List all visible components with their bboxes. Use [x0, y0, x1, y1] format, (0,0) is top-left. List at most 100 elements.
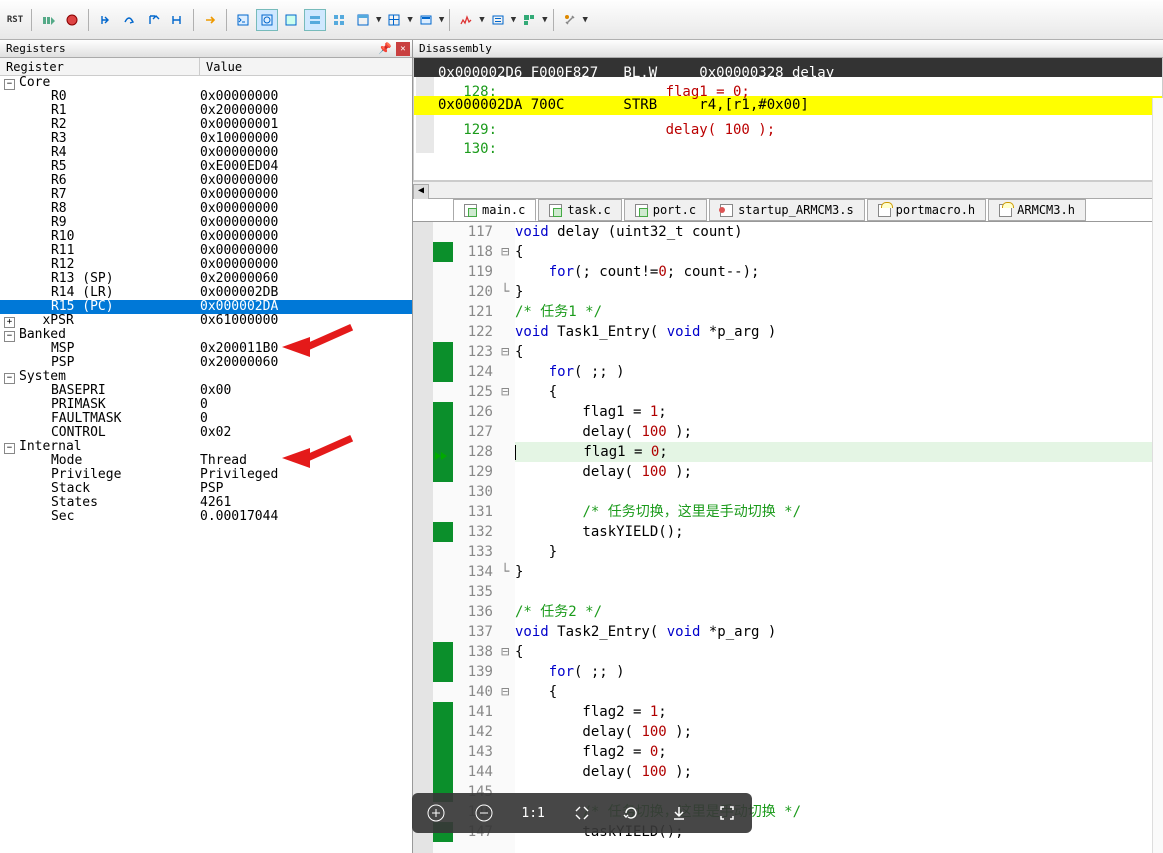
disassembly-window-button[interactable] — [256, 9, 278, 31]
command-window-button[interactable] — [232, 9, 254, 31]
vertical-scrollbar[interactable] — [1152, 98, 1163, 853]
code-line[interactable]: delay( 100 ); — [515, 422, 1163, 442]
fold-marker[interactable] — [501, 442, 515, 462]
fold-marker[interactable] — [501, 482, 515, 502]
fold-marker[interactable] — [501, 402, 515, 422]
registers-window-button[interactable] — [304, 9, 326, 31]
memory-window-button[interactable] — [383, 9, 405, 31]
fold-marker[interactable] — [501, 742, 515, 762]
register-row[interactable]: −Core — [0, 76, 412, 90]
watch-window-button[interactable] — [352, 9, 374, 31]
fold-marker[interactable] — [501, 522, 515, 542]
code-line[interactable]: for(; count!=0; count--); — [515, 262, 1163, 282]
code-line[interactable]: void Task2_Entry( void *p_arg ) — [515, 622, 1163, 642]
code-line[interactable] — [515, 582, 1163, 602]
trace-window-button[interactable] — [487, 9, 509, 31]
pin-icon[interactable]: 📌 — [378, 42, 392, 55]
code-line[interactable]: flag2 = 1; — [515, 702, 1163, 722]
horizontal-scrollbar[interactable]: ◀ — [413, 181, 1163, 198]
code-line[interactable]: delay( 100 ); — [515, 722, 1163, 742]
call-stack-window-button[interactable] — [328, 9, 350, 31]
step-out-button[interactable] — [142, 9, 164, 31]
fold-marker[interactable] — [501, 542, 515, 562]
fold-marker[interactable] — [501, 302, 515, 322]
fold-marker[interactable] — [501, 662, 515, 682]
register-row[interactable]: PrivilegePrivileged — [0, 468, 412, 482]
fold-marker[interactable] — [501, 262, 515, 282]
register-row[interactable]: R10x20000000 — [0, 104, 412, 118]
fold-marker[interactable] — [501, 702, 515, 722]
zoom-in-icon[interactable] — [425, 802, 447, 824]
fold-marker[interactable]: ⊟ — [501, 682, 515, 702]
run-to-line-button[interactable] — [166, 9, 188, 31]
file-tab[interactable]: ARMCM3.h — [988, 199, 1086, 221]
reset-button[interactable]: RST — [4, 9, 26, 31]
register-row[interactable]: R120x00000000 — [0, 258, 412, 272]
code-line[interactable]: /* 任务切换，这里是手动切换 */ — [515, 502, 1163, 522]
code-line[interactable]: void Task1_Entry( void *p_arg ) — [515, 322, 1163, 342]
fold-marker[interactable] — [501, 502, 515, 522]
fold-marker[interactable] — [501, 602, 515, 622]
dropdown-arrow-icon[interactable]: ▼ — [511, 15, 516, 25]
disasm-line[interactable]: 0x000002D6 F000F827 BL.W 0x00000328 dela… — [414, 58, 1162, 77]
code-line[interactable]: } — [515, 282, 1163, 302]
register-row[interactable]: R40x00000000 — [0, 146, 412, 160]
disasm-line-current[interactable]: 0x000002DA 700C STRB r4,[r1,#0x00] — [414, 96, 1162, 115]
fold-marker[interactable] — [501, 462, 515, 482]
stop-button[interactable] — [61, 9, 83, 31]
file-tab[interactable]: port.c — [624, 199, 707, 221]
zoom-out-icon[interactable] — [473, 802, 495, 824]
register-row[interactable]: R90x00000000 — [0, 216, 412, 230]
code-line[interactable]: } — [515, 542, 1163, 562]
register-row[interactable]: R60x00000000 — [0, 174, 412, 188]
register-row[interactable]: −System — [0, 370, 412, 384]
column-register[interactable]: Register — [0, 58, 200, 75]
code-line[interactable]: taskYIELD(); — [515, 522, 1163, 542]
register-row[interactable]: FAULTMASK0 — [0, 412, 412, 426]
register-row[interactable]: ModeThread — [0, 454, 412, 468]
code-line[interactable]: { — [515, 642, 1163, 662]
register-row[interactable]: R50xE000ED04 — [0, 160, 412, 174]
fold-marker[interactable]: ⊟ — [501, 642, 515, 662]
dropdown-arrow-icon[interactable]: ▼ — [583, 15, 588, 25]
editor-code-area[interactable]: void delay (uint32_t count){ for(; count… — [515, 222, 1163, 853]
file-tab[interactable]: main.c — [453, 199, 536, 221]
register-row[interactable]: R110x00000000 — [0, 244, 412, 258]
register-row[interactable]: R14 (LR)0x000002DB — [0, 286, 412, 300]
register-row[interactable]: MSP0x200011B0 — [0, 342, 412, 356]
fullscreen-icon[interactable] — [716, 802, 738, 824]
symbols-window-button[interactable] — [280, 9, 302, 31]
register-row[interactable]: BASEPRI0x00 — [0, 384, 412, 398]
register-row[interactable]: R70x00000000 — [0, 188, 412, 202]
code-line[interactable]: { — [515, 382, 1163, 402]
code-line[interactable] — [515, 482, 1163, 502]
dropdown-arrow-icon[interactable]: ▼ — [376, 15, 381, 25]
tree-toggle[interactable]: + — [4, 317, 15, 328]
register-row[interactable]: R13 (SP)0x20000060 — [0, 272, 412, 286]
code-line[interactable]: { — [515, 242, 1163, 262]
step-over-button[interactable] — [118, 9, 140, 31]
rotate-icon[interactable] — [620, 802, 642, 824]
register-row[interactable]: PSP0x20000060 — [0, 356, 412, 370]
code-editor[interactable]: 1171181191201211221231241251261271281291… — [413, 222, 1163, 853]
dropdown-arrow-icon[interactable]: ▼ — [479, 15, 484, 25]
dropdown-arrow-icon[interactable]: ▼ — [439, 15, 444, 25]
register-row[interactable]: States4261 — [0, 496, 412, 510]
fold-marker[interactable]: ⊟ — [501, 342, 515, 362]
fold-marker[interactable] — [501, 762, 515, 782]
register-row[interactable]: R30x10000000 — [0, 132, 412, 146]
toolbox-button[interactable] — [559, 9, 581, 31]
fold-marker[interactable]: ⊟ — [501, 382, 515, 402]
editor-fold-gutter[interactable]: ⊟└⊟⊟└⊟⊟ — [501, 222, 515, 853]
code-line[interactable]: flag1 = 0; — [515, 442, 1163, 462]
disassembly-listing[interactable]: 0x000002D6 F000F827 BL.W 0x00000328 dela… — [413, 58, 1163, 181]
fold-marker[interactable]: └ — [501, 562, 515, 582]
dropdown-arrow-icon[interactable]: ▼ — [542, 15, 547, 25]
code-line[interactable]: { — [515, 342, 1163, 362]
code-line[interactable]: { — [515, 682, 1163, 702]
code-line[interactable]: delay( 100 ); — [515, 762, 1163, 782]
code-line[interactable]: } — [515, 562, 1163, 582]
disasm-line[interactable]: 129: delay( 100 ); — [414, 115, 1162, 134]
download-icon[interactable] — [668, 802, 690, 824]
fold-marker[interactable] — [501, 582, 515, 602]
